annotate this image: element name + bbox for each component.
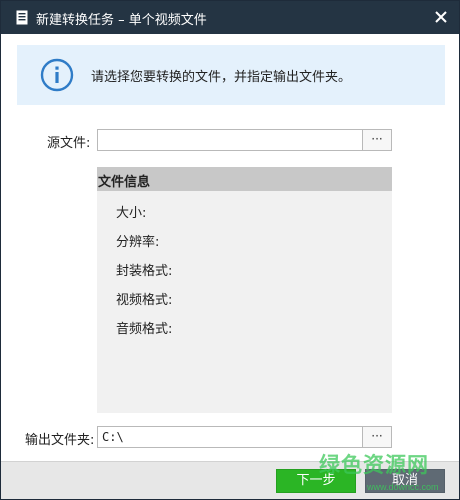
source-file-label: 源文件: [47,136,91,151]
source-browse-button[interactable]: ··· [362,129,392,151]
container-format-label: 封装格式: [116,264,173,279]
audio-format-label: 音频格式: [116,322,173,337]
output-folder-label: 输出文件夹: [25,433,95,448]
instruction-text: 请选择您要转换的文件，并指定输出文件夹。 [91,70,352,85]
info-icon [40,58,74,92]
size-label: 大小: [116,206,147,221]
close-icon[interactable] [431,7,451,27]
source-file-input[interactable] [97,129,363,151]
window-title: 新建转换任务 – 单个视频文件 [36,13,207,28]
document-icon [16,10,28,25]
resolution-label: 分辨率: [116,235,160,250]
video-format-label: 视频格式: [116,293,173,308]
output-folder-input[interactable] [97,426,363,448]
watermark-url: www.downcc.com [367,482,439,492]
title-bar: 新建转换任务 – 单个视频文件 [1,1,459,34]
output-browse-button[interactable]: ··· [362,426,392,448]
info-banner: 请选择您要转换的文件，并指定输出文件夹。 [17,45,445,105]
dialog-window: 新建转换任务 – 单个视频文件 请选择您要转换的文件，并指定输出文件夹。 源文件… [0,0,460,500]
file-info-panel: 文件信息 大小: 分辨率: 封装格式: 视频格式: 音频格式: [97,167,392,413]
file-info-header: 文件信息 [97,167,392,191]
watermark-text: 绿色资源网 [319,453,429,477]
